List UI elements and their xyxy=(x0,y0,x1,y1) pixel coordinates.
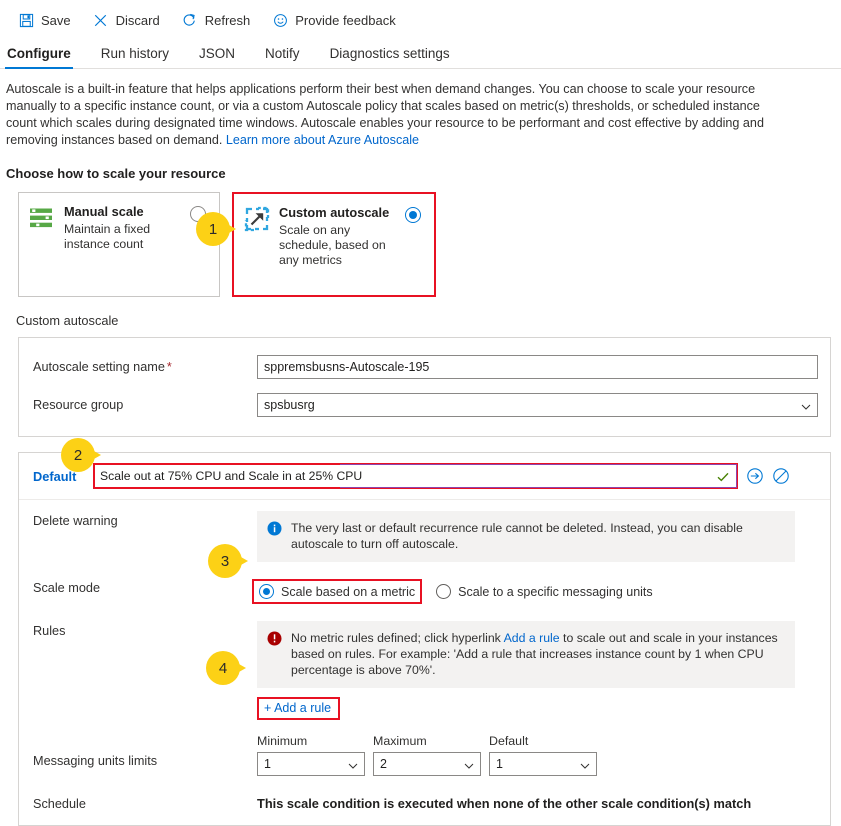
tab-bar: Configure Run history JSON Notify Diagno… xyxy=(0,40,841,69)
discard-label: Discard xyxy=(115,12,160,28)
rule-name-highlight-box xyxy=(93,463,738,489)
tab-json-label: JSON xyxy=(199,46,236,61)
scale-mode-metric-label: Scale based on a metric xyxy=(281,584,416,599)
limit-minimum-select[interactable]: 1 xyxy=(257,752,365,776)
learn-more-link[interactable]: Learn more about Azure Autoscale xyxy=(226,133,419,147)
rules-error-text-before: No metric rules defined; click hyperlink xyxy=(291,631,504,645)
add-a-rule-link[interactable]: Add a rule xyxy=(504,631,560,645)
scale-mode-label: Scale mode xyxy=(33,581,100,595)
delete-warning-box: The very last or default recurrence rule… xyxy=(257,511,795,562)
intro-paragraph: Autoscale is a built-in feature that hel… xyxy=(0,69,841,149)
tab-run-history[interactable]: Run history xyxy=(99,46,171,68)
scale-mode-messaging-units-label: Scale to a specific messaging units xyxy=(458,584,653,599)
custom-autoscale-label: Custom autoscale xyxy=(16,313,119,328)
discard-button[interactable]: Discard xyxy=(93,12,160,28)
sliders-icon xyxy=(29,205,55,231)
scale-mode-metric-radio[interactable] xyxy=(259,584,274,599)
refresh-button[interactable]: Refresh xyxy=(182,12,251,28)
rule-default-label: Default xyxy=(33,468,77,484)
delete-warning-row: Delete warning The very last or default … xyxy=(19,500,830,562)
custom-autoscale-panel: Autoscale setting name* Resource group s… xyxy=(18,337,831,437)
rules-error-text: No metric rules defined; click hyperlink… xyxy=(291,630,783,678)
autoscale-setting-name-input[interactable] xyxy=(257,355,818,379)
scale-choice-cards: Manual scale Maintain a fixed instance c… xyxy=(0,181,841,297)
limit-maximum-label: Maximum xyxy=(373,734,427,748)
add-rule-wrapper: + Add a rule xyxy=(257,697,341,720)
command-bar: Save Discard Refresh Provide feedback xyxy=(0,0,841,40)
limit-minimum: Minimum 1 xyxy=(257,734,365,776)
delete-warning-label: Delete warning xyxy=(33,514,118,528)
schedule-text: This scale condition is executed when no… xyxy=(257,796,752,811)
card-custom-autoscale-radio[interactable] xyxy=(405,207,421,223)
card-manual-scale-radio[interactable] xyxy=(190,206,206,222)
autoscale-setting-name-label: Autoscale setting name * xyxy=(33,360,257,374)
card-manual-scale-subtitle: Maintain a fixed instance count xyxy=(64,222,151,251)
delete-warning-text: The very last or default recurrence rule… xyxy=(291,521,743,551)
tab-notify[interactable]: Notify xyxy=(263,46,302,68)
checkmark-icon xyxy=(716,470,730,484)
schedule-label: Schedule xyxy=(33,797,86,811)
disable-rule-icon[interactable] xyxy=(772,467,790,485)
discard-icon xyxy=(93,12,109,28)
scale-mode-option-metric[interactable]: Scale based on a metric xyxy=(252,579,423,604)
move-rule-icon[interactable] xyxy=(746,467,764,485)
choose-scale-heading: Choose how to scale your resource xyxy=(6,166,226,181)
save-icon xyxy=(18,12,34,28)
messaging-units-limits-label: Messaging units limits xyxy=(33,754,158,768)
default-rule-panel: Default Delete warning xyxy=(18,452,831,826)
tab-notify-label: Notify xyxy=(265,46,300,61)
scale-mode-row: Scale mode Scale based on a metric Scale… xyxy=(19,562,830,604)
resource-group-label: Resource group xyxy=(33,398,124,412)
schedule-row: Schedule This scale condition is execute… xyxy=(19,776,830,825)
save-label: Save xyxy=(41,12,71,28)
rules-error-box: No metric rules defined; click hyperlink… xyxy=(257,621,795,688)
tab-json[interactable]: JSON xyxy=(197,46,237,68)
limit-default-label: Default xyxy=(489,734,529,748)
rules-row: Rules No metric rules defined; click hyp… xyxy=(19,604,830,688)
card-custom-autoscale-subtitle: Scale on any schedule, based on any metr… xyxy=(279,223,386,267)
limit-maximum: Maximum 2 xyxy=(373,734,481,776)
required-marker: * xyxy=(166,360,172,374)
limit-default-select[interactable]: 1 xyxy=(489,752,597,776)
feedback-icon xyxy=(272,12,288,28)
error-icon xyxy=(267,631,282,646)
refresh-icon xyxy=(182,12,198,28)
autoscale-arrow-icon xyxy=(244,206,272,234)
limit-default: Default 1 xyxy=(489,734,597,776)
autoscale-setting-name-label-text: Autoscale setting name xyxy=(33,360,165,374)
scale-mode-option-messaging-units[interactable]: Scale to a specific messaging units xyxy=(436,584,653,599)
provide-feedback-button[interactable]: Provide feedback xyxy=(272,12,396,28)
rule-name-input[interactable] xyxy=(95,465,736,487)
card-manual-scale[interactable]: Manual scale Maintain a fixed instance c… xyxy=(18,192,220,297)
messaging-units-limits-row: Messaging units limits Minimum 1 Maximum xyxy=(19,720,830,776)
tab-diagnostics-settings-label: Diagnostics settings xyxy=(329,46,450,61)
rules-label: Rules xyxy=(33,624,66,638)
card-custom-autoscale[interactable]: Custom autoscale Scale on any schedule, … xyxy=(232,192,436,297)
resource-group-row: Resource group spsbusrg xyxy=(19,386,830,436)
tab-configure-label: Configure xyxy=(7,46,71,61)
rule-header-row: Default xyxy=(19,453,830,500)
card-manual-scale-title: Manual scale xyxy=(64,204,144,219)
refresh-label: Refresh xyxy=(204,12,251,28)
tab-run-history-label: Run history xyxy=(100,46,170,61)
tab-configure[interactable]: Configure xyxy=(5,46,73,69)
info-icon xyxy=(267,521,282,536)
resource-group-select[interactable]: spsbusrg xyxy=(257,393,818,417)
autoscale-setting-name-row: Autoscale setting name * xyxy=(19,338,830,386)
provide-feedback-label: Provide feedback xyxy=(295,12,396,28)
limit-minimum-label: Minimum xyxy=(257,734,308,748)
add-rule-button[interactable]: + Add a rule xyxy=(257,697,341,720)
card-custom-autoscale-title: Custom autoscale xyxy=(279,205,390,220)
tab-diagnostics-settings[interactable]: Diagnostics settings xyxy=(328,46,452,68)
limit-maximum-select[interactable]: 2 xyxy=(373,752,481,776)
save-button[interactable]: Save xyxy=(18,12,71,28)
scale-mode-messaging-units-radio[interactable] xyxy=(436,584,452,599)
